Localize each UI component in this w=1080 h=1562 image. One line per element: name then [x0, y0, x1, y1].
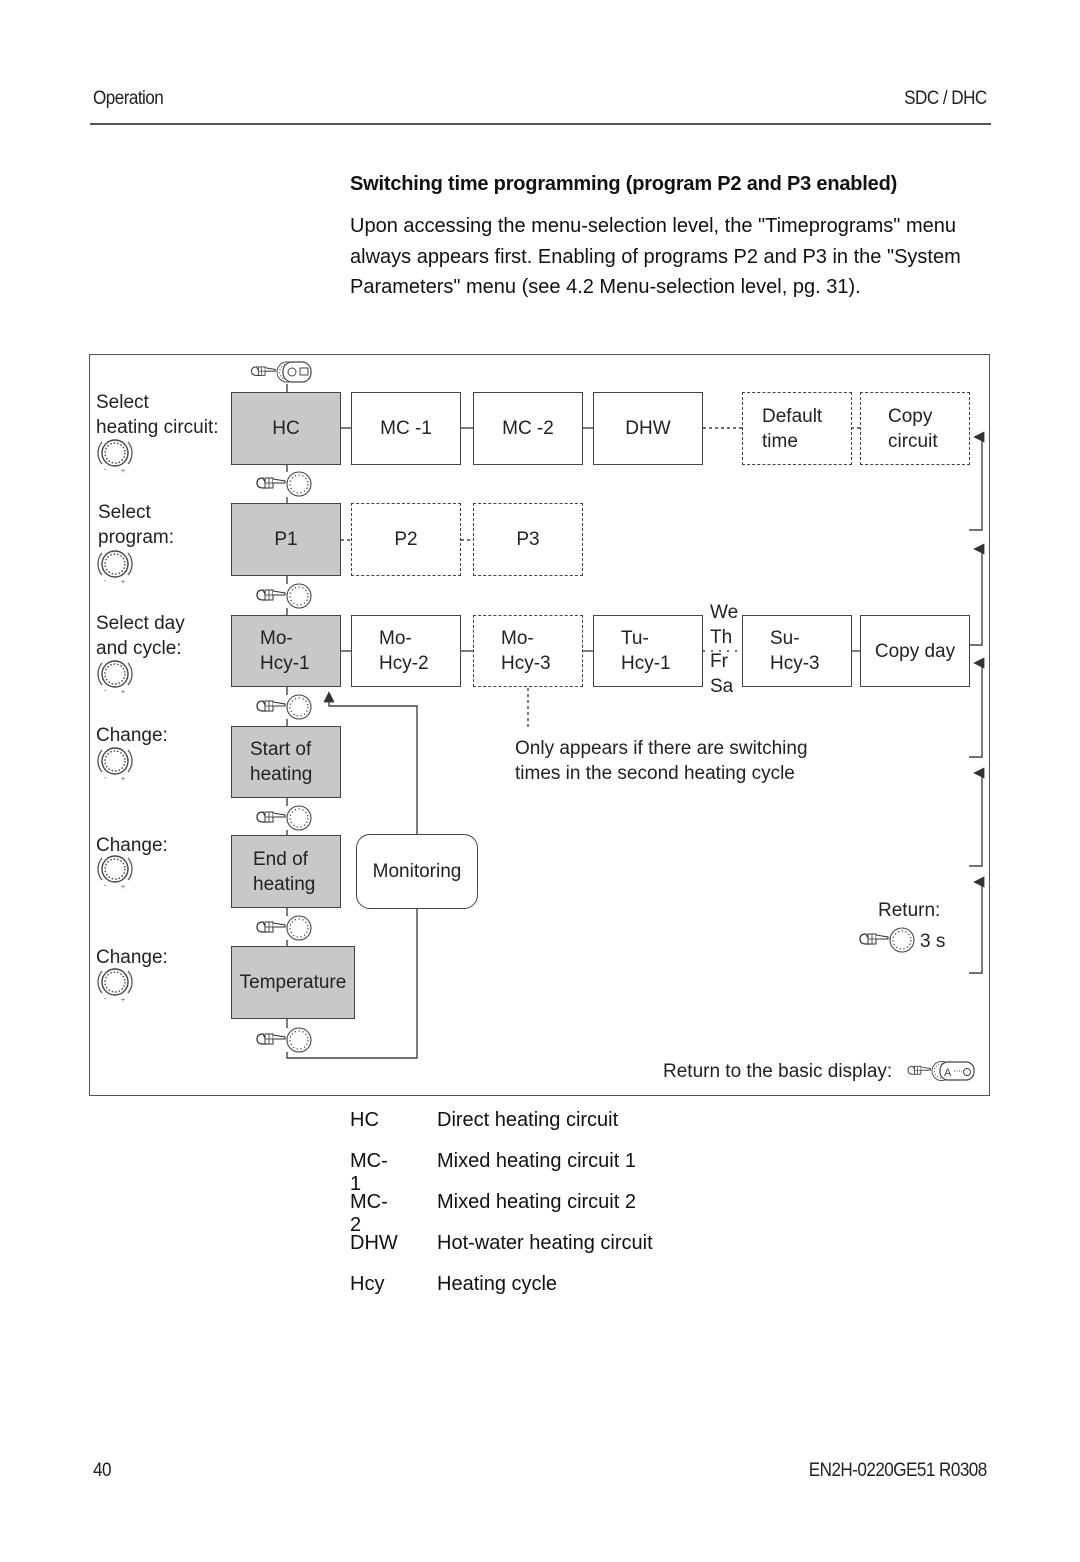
box-label-line: Copy day	[874, 640, 956, 662]
day-we: We	[710, 602, 739, 623]
box-label-line: Hcy-1	[260, 653, 310, 674]
rotary-dial-icon	[97, 660, 133, 697]
circuit-box-1: MC -1	[351, 392, 461, 465]
box-label-line: time	[762, 430, 798, 452]
box-label-line: End of	[253, 848, 308, 870]
rotary-dial-icon	[97, 550, 133, 587]
circuit-box-2: MC -2	[473, 392, 583, 465]
box-label-line: Mo-	[501, 628, 534, 649]
day-th: Th	[710, 626, 733, 648]
note-line: times in the second heating cycle	[515, 763, 795, 784]
program-box-p1: P1	[231, 503, 341, 576]
rotary-dial-icon	[97, 968, 133, 1005]
legend-abbr: MC-2	[350, 1191, 388, 1236]
home-button-icon: A	[907, 1060, 975, 1082]
box-label-line: Mo-	[379, 628, 412, 649]
label-select-circuit: Select heating circuit:	[96, 390, 219, 440]
label-select-day: Select day and cycle:	[96, 611, 185, 661]
document-id: EN2H-0220GE51 R0308	[809, 1460, 988, 1481]
return-label: Return:	[878, 900, 941, 921]
menu-button-icon	[250, 361, 312, 383]
hcy3-note: Only appears if there are switching time…	[515, 736, 808, 786]
day-box-3: Tu- Hcy-1	[593, 615, 703, 687]
legend-meaning: Hot-water heating circuit	[437, 1232, 653, 1254]
label-line: heating circuit:	[96, 417, 219, 438]
label-change-end: Change:	[96, 835, 168, 856]
box-label-line: Tu-	[621, 628, 649, 649]
box-label-line: Default	[762, 405, 823, 427]
push-dial-icon	[256, 1027, 312, 1053]
label-change-start: Change:	[96, 725, 168, 746]
label-line: and cycle:	[96, 638, 182, 659]
day-box-5: Copy day	[860, 615, 970, 687]
box-label-line: heating	[253, 873, 316, 895]
push-dial-icon	[256, 805, 312, 831]
day-box-1: Mo- Hcy-2	[351, 615, 461, 687]
return-time: 3 s	[920, 931, 946, 952]
legend-abbr: Hcy	[350, 1273, 385, 1295]
push-dial-icon	[256, 694, 312, 720]
temperature-box: Temperature	[231, 946, 355, 1019]
circuit-box-5: Copy circuit	[860, 392, 970, 465]
monitoring-box: Monitoring	[356, 834, 478, 909]
day-fr: Fr	[710, 651, 728, 672]
push-dial-icon	[256, 471, 312, 497]
box-label-line: MC -1	[380, 418, 432, 439]
box-label-line: DHW	[625, 418, 671, 439]
day-box-2: Mo- Hcy-3	[473, 615, 583, 687]
legend-meaning: Heating cycle	[437, 1273, 558, 1295]
rotary-dial-icon	[97, 439, 133, 476]
start-heating-box: Start of heating	[231, 726, 341, 798]
label-line: program:	[98, 527, 175, 548]
push-dial-icon	[256, 915, 312, 941]
day-sa: Sa	[710, 675, 734, 697]
box-label-line: Start of	[250, 739, 312, 760]
return-basic-label: Return to the basic display:	[663, 1061, 893, 1082]
box-label-line: Hcy-3	[770, 653, 820, 674]
circuit-box-4: Default time	[742, 392, 852, 465]
box-label-line: Hcy-3	[501, 653, 551, 674]
push-dial-icon	[256, 583, 312, 609]
svg-text:A: A	[944, 1067, 952, 1079]
legend-meaning: Mixed heating circuit 1	[437, 1150, 636, 1172]
legend-meaning: Mixed heating circuit 2	[437, 1191, 636, 1213]
box-label-line: Mo-	[260, 628, 293, 649]
legend-meaning: Direct heating circuit	[437, 1109, 619, 1131]
day-box-4: Su- Hcy-3	[742, 615, 852, 687]
label-select-program: Select program:	[98, 500, 174, 550]
note-line: Only appears if there are switching	[515, 738, 808, 759]
box-label-line: circuit	[888, 430, 938, 452]
return-push-dial-icon	[859, 927, 915, 953]
skipped-days: We Th Fr Sa	[710, 601, 738, 699]
box-label-line: MC -2	[502, 418, 554, 439]
connector-lines	[286, 384, 985, 1059]
box-label-line: heating	[250, 764, 313, 785]
box-label-line: HC	[272, 418, 300, 439]
program-box-p3: P3	[473, 503, 583, 576]
end-heating-box: End of heating	[231, 835, 341, 908]
legend-abbr: MC-1	[350, 1150, 388, 1195]
circuit-box-3: DHW	[593, 392, 703, 465]
box-label-line: Hcy-1	[621, 653, 671, 674]
day-box-0: Mo- Hcy-1	[231, 615, 341, 687]
label-change-temp: Change:	[96, 947, 168, 968]
label-line: Select	[98, 502, 151, 523]
legend-abbr: HC	[350, 1109, 379, 1131]
rotary-dial-icon	[97, 855, 133, 892]
box-label-line: Hcy-2	[379, 653, 429, 674]
rotary-dial-icon	[97, 747, 133, 784]
program-box-p2: P2	[351, 503, 461, 576]
label-line: Select day	[96, 613, 185, 634]
label-line: Select	[96, 392, 149, 413]
box-label-line: Su-	[770, 628, 800, 649]
circuit-box-0: HC	[231, 392, 341, 465]
box-label-line: Copy	[888, 405, 933, 427]
page-number: 40	[93, 1460, 111, 1481]
legend-abbr: DHW	[350, 1232, 398, 1254]
